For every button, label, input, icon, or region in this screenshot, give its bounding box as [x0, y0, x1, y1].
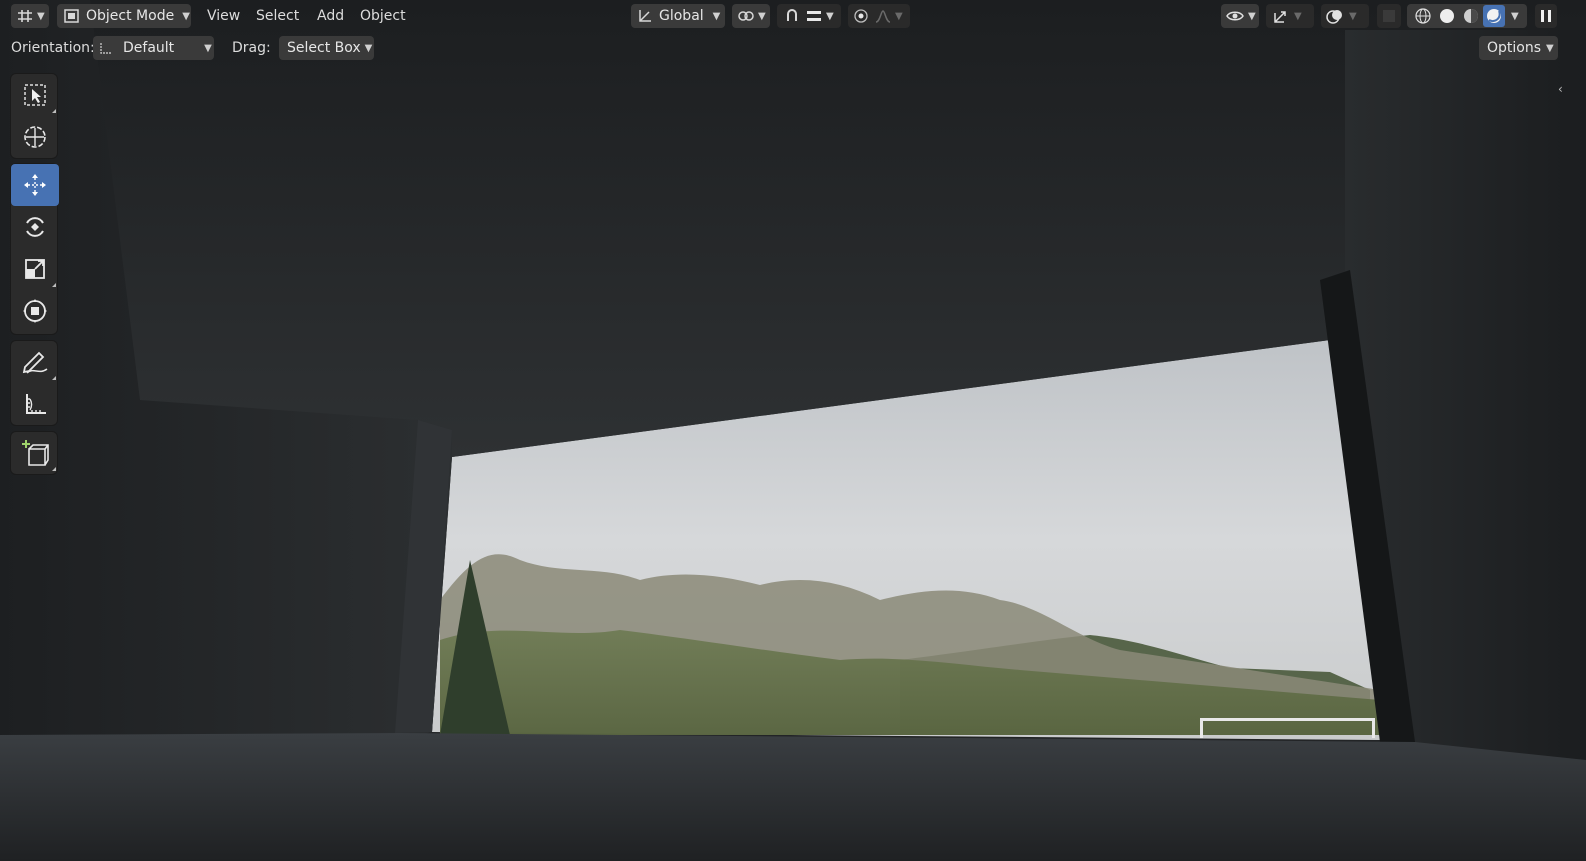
select-box-tool[interactable]: [11, 74, 59, 116]
scale-icon: [23, 257, 47, 281]
overlay-icon[interactable]: [1325, 8, 1345, 24]
overlay-group: ▼: [1321, 4, 1369, 28]
snap-magnet-icon[interactable]: [782, 8, 802, 24]
chevron-down-icon: ▼: [37, 10, 45, 22]
orientation-value: Default: [123, 40, 175, 56]
editor-type-button[interactable]: ▼: [11, 4, 49, 28]
menu-object[interactable]: Object: [360, 4, 406, 28]
menu-add[interactable]: Add: [317, 4, 344, 28]
gizmo-group: ▼: [1266, 4, 1314, 28]
chevron-down-icon: ▼: [1294, 10, 1302, 22]
chevron-down-icon: ▼: [1248, 10, 1256, 22]
transform-orientation-selector[interactable]: Global ▼: [631, 4, 725, 28]
xray-icon: [1381, 8, 1397, 24]
wireframe-sphere-icon[interactable]: [1411, 8, 1435, 24]
options-label: Options: [1487, 40, 1542, 56]
chevron-down-icon: ▼: [182, 10, 190, 22]
chevron-down-icon: ▼: [1546, 42, 1554, 54]
gizmo-icon[interactable]: [1270, 8, 1290, 24]
object-mode-icon: [64, 9, 80, 23]
scale-tool[interactable]: [11, 248, 59, 290]
pivot-point-button[interactable]: ▼: [732, 4, 770, 28]
chevron-down-icon: ▼: [204, 42, 212, 54]
drag-dropdown[interactable]: Select Box ▼: [279, 36, 374, 60]
menu-view[interactable]: View: [207, 4, 240, 28]
chevron-down-icon: ▼: [758, 10, 766, 22]
chevron-down-icon: ▼: [895, 10, 903, 22]
toolbar-group-select: [10, 73, 58, 159]
falloff-curve-icon[interactable]: [875, 9, 891, 23]
material-sphere-icon[interactable]: [1459, 8, 1483, 24]
cursor-tool[interactable]: [11, 116, 59, 158]
orientation-axes-icon: [99, 41, 113, 55]
chevron-down-icon: ▼: [364, 42, 373, 54]
annotate-icon: [21, 349, 49, 375]
rendered-scene: [0, 0, 1586, 861]
pivot-link-icon: [738, 9, 754, 23]
chevron-down-icon: ▼: [826, 10, 834, 22]
annotate-tool[interactable]: [11, 341, 59, 383]
move-icon: [22, 172, 48, 198]
chevron-down-icon: ▼: [1349, 10, 1357, 22]
add-cube-tool[interactable]: [11, 432, 59, 474]
shading-group: ▼: [1407, 4, 1527, 28]
toolbar-group-annotate: [10, 340, 58, 426]
drag-value: Select Box: [287, 40, 361, 56]
mode-label: Object Mode: [86, 8, 175, 24]
mode-selector[interactable]: Object Mode ▼: [57, 4, 191, 28]
select-box-icon: [23, 83, 47, 107]
transform-icon: [22, 298, 48, 324]
measure-icon: [22, 391, 48, 417]
pause-icon: [1540, 9, 1552, 23]
toolbar-group-add: [10, 431, 58, 475]
measure-tool[interactable]: [11, 383, 59, 425]
chevron-down-icon: ▼: [1511, 10, 1519, 22]
solid-sphere-icon[interactable]: [1435, 8, 1459, 24]
xray-toggle[interactable]: [1377, 4, 1401, 28]
proportional-edit-icon[interactable]: [853, 8, 869, 24]
rotate-tool[interactable]: [11, 206, 59, 248]
options-dropdown[interactable]: Options ▼: [1479, 36, 1558, 60]
rotate-icon: [22, 214, 48, 240]
snap-increment-icon[interactable]: [806, 9, 822, 23]
proportional-editing-group: ▼: [848, 4, 910, 28]
toolbar-group-transform: [10, 163, 59, 335]
pause-render-button[interactable]: [1535, 4, 1557, 28]
orientation-label: Orientation:: [11, 40, 95, 56]
viewport-header: ▼ Object Mode ▼ View Select Add Object G…: [0, 0, 1586, 32]
drag-label: Drag:: [232, 40, 271, 56]
add-cube-icon: [21, 439, 49, 467]
menu-select[interactable]: Select: [256, 4, 299, 28]
eye-visibility-icon: [1226, 9, 1244, 23]
transform-orientation-label: Global: [659, 8, 704, 24]
orientation-dropdown[interactable]: Default ▼: [93, 36, 214, 60]
cursor-icon: [22, 124, 48, 150]
chevron-down-icon: ▼: [712, 10, 721, 22]
transform-tool[interactable]: [11, 290, 59, 332]
snap-group: ▼: [777, 4, 841, 28]
transform-axes-icon: [637, 8, 653, 24]
sidebar-toggle-icon[interactable]: ‹: [1558, 82, 1563, 96]
3d-viewport[interactable]: [0, 0, 1586, 861]
move-tool[interactable]: [11, 164, 59, 206]
visibility-button[interactable]: ▼: [1221, 4, 1259, 28]
viewport-editor-icon: [17, 9, 33, 23]
rendered-sphere-icon[interactable]: [1483, 5, 1505, 27]
